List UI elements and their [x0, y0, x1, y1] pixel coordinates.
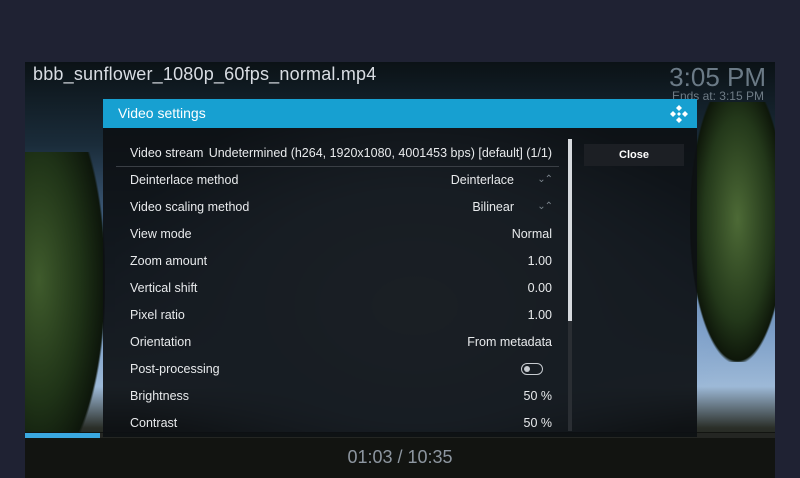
setting-row-deinterlace-method[interactable]: Deinterlace method Deinterlace ⌄⌃ — [116, 166, 559, 193]
dialog-header: Video settings — [103, 99, 697, 128]
setting-row-zoom-amount[interactable]: Zoom amount 1.00 — [116, 247, 559, 274]
setting-row-orientation[interactable]: Orientation From metadata — [116, 328, 559, 355]
setting-value: Bilinear — [472, 199, 514, 214]
setting-value: 50 % — [523, 388, 553, 403]
post-processing-toggle[interactable] — [521, 362, 543, 375]
setting-label: Vertical shift — [130, 280, 198, 295]
setting-value: Undetermined (h264, 1920x1080, 4001453 b… — [208, 145, 552, 160]
setting-row-contrast[interactable]: Contrast 50 % — [116, 409, 559, 433]
setting-label: View mode — [130, 226, 192, 241]
setting-label: Deinterlace method — [130, 172, 239, 187]
setting-value: Deinterlace — [450, 172, 514, 187]
setting-value: 50 % — [523, 415, 553, 430]
setting-label: Brightness — [130, 388, 190, 403]
setting-value: Normal — [511, 226, 552, 241]
setting-label: Video scaling method — [130, 199, 250, 214]
setting-row-brightness[interactable]: Brightness 50 % — [116, 382, 559, 409]
spinner-arrows-icon[interactable]: ⌄⌃ — [537, 201, 553, 212]
setting-row-video-scaling-method[interactable]: Video scaling method Bilinear ⌄⌃ — [116, 193, 559, 220]
settings-scrollbar[interactable] — [568, 139, 572, 431]
setting-row-post-processing[interactable]: Post-processing — [116, 355, 559, 382]
setting-label: Post-processing — [130, 361, 220, 376]
setting-row-video-stream[interactable]: Video stream Undetermined (h264, 1920x10… — [116, 139, 559, 167]
file-title: bbb_sunflower_1080p_60fps_normal.mp4 — [33, 64, 377, 84]
setting-row-vertical-shift[interactable]: Vertical shift 0.00 — [116, 274, 559, 301]
setting-label: Zoom amount — [130, 253, 208, 268]
video-tree-left — [25, 152, 105, 472]
time-readout: 01:03 / 10:35 — [347, 447, 453, 467]
setting-row-pixel-ratio[interactable]: Pixel ratio 1.00 — [116, 301, 559, 328]
scrollbar-thumb[interactable] — [568, 139, 572, 321]
dialog-title: Video settings — [118, 105, 206, 121]
video-settings-dialog: Video settings Video stream Undetermined… — [103, 99, 697, 437]
setting-label: Pixel ratio — [130, 307, 185, 322]
setting-value: 1.00 — [527, 253, 552, 268]
playback-progress-fill — [25, 433, 100, 438]
setting-value: From metadata — [467, 334, 552, 349]
kodi-logo-icon — [670, 105, 688, 123]
close-button[interactable]: Close — [584, 144, 684, 166]
settings-list: Video stream Undetermined (h264, 1920x10… — [116, 139, 559, 433]
video-tree-right — [690, 102, 775, 362]
setting-label: Contrast — [130, 415, 178, 430]
spinner-arrows-icon[interactable]: ⌄⌃ — [537, 174, 553, 185]
setting-label: Orientation — [130, 334, 192, 349]
setting-value: 1.00 — [527, 307, 552, 322]
setting-value: 0.00 — [527, 280, 552, 295]
toggle-knob — [524, 365, 530, 372]
setting-row-view-mode[interactable]: View mode Normal — [116, 220, 559, 247]
setting-label: Video stream — [130, 145, 204, 160]
